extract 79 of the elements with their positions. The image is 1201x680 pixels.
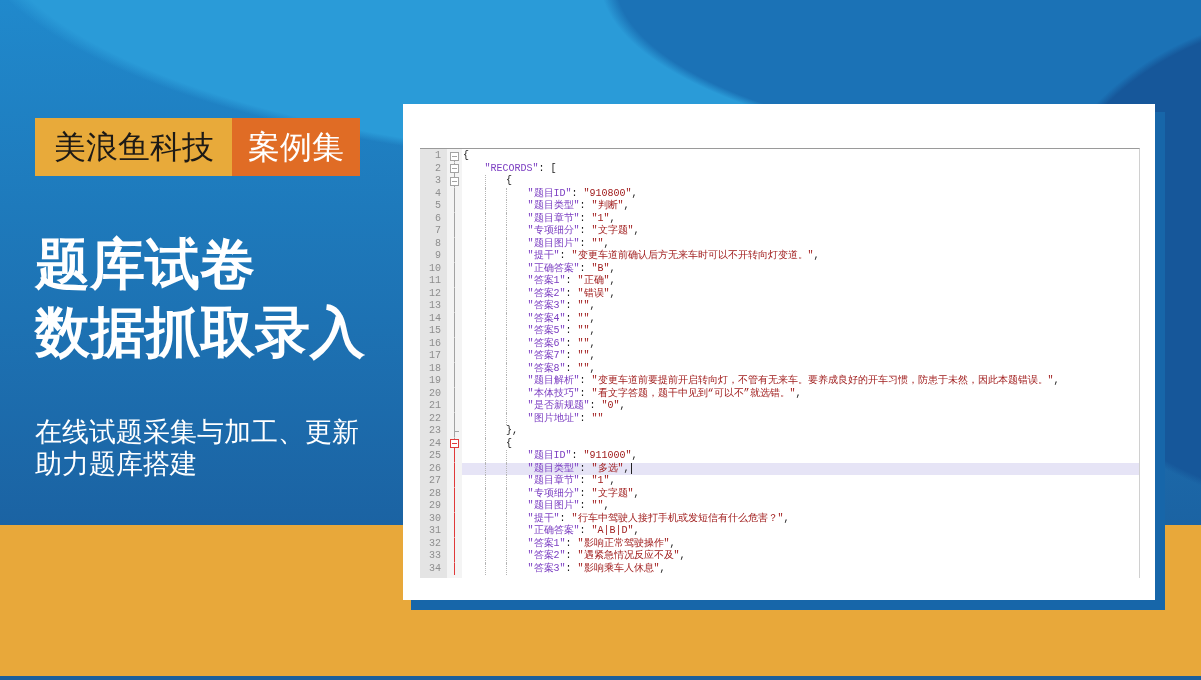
code-line: "答案3": "", xyxy=(527,300,596,312)
line-number: 26 xyxy=(429,462,441,475)
line-number: 15 xyxy=(429,325,441,338)
headline: 题库试卷 xyxy=(35,231,255,298)
code-line: "题目章节": "1", xyxy=(527,475,616,487)
code-line: "本体技巧": "看文字答题，题干中见到“可以不”就选错。", xyxy=(527,387,802,399)
tag-label: 案例集 xyxy=(232,118,360,176)
line-number: 32 xyxy=(429,537,441,550)
minus-box-icon[interactable] xyxy=(450,164,459,174)
code-line: "题目图片": "", xyxy=(527,500,610,512)
code-line: { xyxy=(463,150,469,163)
code-line: "正确答案": "B", xyxy=(527,262,616,274)
line-number: 4 xyxy=(435,187,441,200)
line-number: 14 xyxy=(429,312,441,325)
line-number: 20 xyxy=(429,387,441,400)
code-line: { xyxy=(506,175,512,188)
line-number: 23 xyxy=(429,425,441,438)
line-number: 33 xyxy=(429,550,441,563)
line-number: 29 xyxy=(429,500,441,513)
line-number: 11 xyxy=(429,275,441,288)
line-number: 13 xyxy=(429,300,441,313)
line-number: 21 xyxy=(429,400,441,413)
code-line: "答案5": "", xyxy=(527,325,596,337)
code-line: "答案1": "影响正常驾驶操作", xyxy=(527,537,676,549)
subtitle: 在线试题采集与加工、更新 xyxy=(35,416,359,448)
code-line: "专项细分": "文字题", xyxy=(527,225,640,237)
code-line: "是否新规题": "0", xyxy=(527,400,626,412)
code-line: "题目ID": "910800", xyxy=(527,187,638,199)
minus-box-icon[interactable] xyxy=(450,439,459,449)
text-caret xyxy=(630,463,632,475)
line-number: 31 xyxy=(429,525,441,538)
line-number: 10 xyxy=(429,262,441,275)
line-number: 30 xyxy=(429,512,441,525)
line-number: 6 xyxy=(435,212,441,225)
line-number: 25 xyxy=(429,450,441,463)
code-line: "提干": "变更车道前确认后方无来车时可以不开转向灯变道。", xyxy=(527,250,820,262)
code-line: { xyxy=(506,437,512,450)
minus-box-icon[interactable] xyxy=(450,151,459,161)
code-line: "答案3": "影响乘车人休息", xyxy=(527,562,666,575)
line-number: 19 xyxy=(429,375,441,388)
minus-box-icon[interactable] xyxy=(450,176,459,186)
headline: 数据抓取录入 xyxy=(35,299,365,366)
line-number: 12 xyxy=(429,287,441,300)
code-line: "答案2": "遇紧急情况反应不及", xyxy=(527,550,686,562)
line-number: 17 xyxy=(429,350,441,363)
line-number: 28 xyxy=(429,487,441,500)
line-number: 16 xyxy=(429,337,441,350)
line-number: 9 xyxy=(435,250,441,263)
code-line: "正确答案": "A|B|D", xyxy=(527,525,640,537)
line-number: 18 xyxy=(429,362,441,375)
line-number: 2 xyxy=(435,162,441,175)
code-line: }, xyxy=(506,425,518,438)
line-number: 3 xyxy=(435,175,441,188)
line-number: 7 xyxy=(435,225,441,238)
line-number: 5 xyxy=(435,200,441,213)
code-line: "题目图片": "", xyxy=(527,237,610,249)
code-line: "题目类型": "判断", xyxy=(527,200,630,212)
code-line: "题目章节": "1", xyxy=(527,212,616,224)
code-line: "题目类型": "多选", xyxy=(527,462,630,474)
code-line: "答案8": "", xyxy=(527,362,596,375)
code-line: "图片地址": "" xyxy=(527,412,604,425)
line-number: 1 xyxy=(435,150,441,163)
code-line: "提干": "行车中驾驶人接打手机或发短信有什么危害？", xyxy=(527,512,790,524)
code-line: "题目ID": "911000", xyxy=(527,450,638,462)
brand-label: 美浪鱼科技 xyxy=(35,118,232,176)
code-line: "答案1": "正确", xyxy=(527,275,616,287)
code-line: "专项细分": "文字题", xyxy=(527,487,640,499)
code-line: "RECORDS": [ xyxy=(484,162,557,175)
line-number: 8 xyxy=(435,237,441,250)
line-number: 34 xyxy=(429,562,441,575)
code-line: "答案6": "", xyxy=(527,337,596,349)
subtitle: 助力题库搭建 xyxy=(35,448,197,480)
code-line: "题目解析": "变更车道前要提前开启转向灯，不管有无来车。要养成良好的开车习惯，防患于未然，因此本题错误。", xyxy=(527,375,1060,387)
code-line: "答案4": "", xyxy=(527,312,596,324)
line-number: 27 xyxy=(429,475,441,488)
line-number: 24 xyxy=(429,437,441,450)
line-number: 22 xyxy=(429,412,441,425)
code-line: "答案2": "错误", xyxy=(527,287,616,299)
code-line: "答案7": "", xyxy=(527,350,596,362)
